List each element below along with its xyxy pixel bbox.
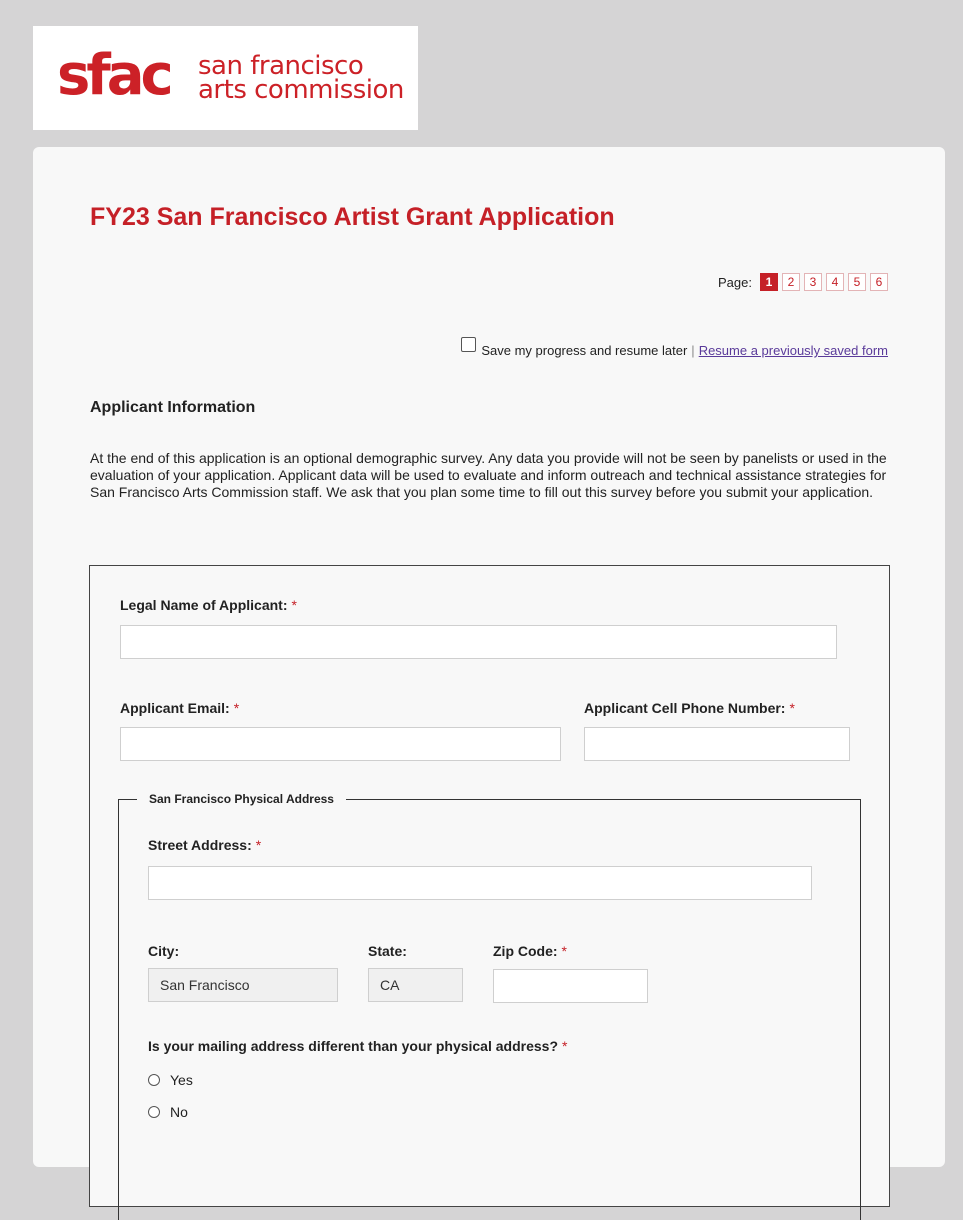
- save-progress-row: Save my progress and resume later | Resu…: [461, 337, 888, 358]
- required-marker: *: [561, 943, 567, 959]
- section-intro: At the end of this application is an opt…: [90, 450, 887, 500]
- phone-input[interactable]: [584, 727, 850, 761]
- sfac-logo: sfac san francisco arts commission: [33, 26, 418, 130]
- radio-no-label: No: [170, 1104, 188, 1120]
- pager-label: Page:: [718, 274, 752, 290]
- resume-saved-form-link[interactable]: Resume a previously saved form: [699, 343, 888, 358]
- page-3-button[interactable]: 3: [804, 273, 822, 291]
- separator: |: [691, 343, 695, 358]
- city-label: City:: [148, 943, 180, 959]
- form-title: FY23 San Francisco Artist Grant Applicat…: [90, 203, 615, 231]
- section-heading: Applicant Information: [90, 399, 256, 416]
- logo-mark: sfac: [57, 43, 174, 108]
- email-label: Applicant Email: *: [120, 700, 239, 716]
- legal-name-label: Legal Name of Applicant: *: [120, 597, 297, 613]
- applicant-fields-panel: Legal Name of Applicant: * Applicant Emai…: [89, 565, 890, 1220]
- save-progress-checkbox[interactable]: [461, 337, 477, 352]
- required-marker: *: [255, 837, 262, 853]
- form-card: FY23 San Francisco Artist Grant Applicat…: [33, 147, 945, 1220]
- radio-yes[interactable]: [148, 1074, 160, 1086]
- zip-label-text: Zip Code:: [493, 943, 558, 959]
- street-address-label: Street Address: *: [148, 837, 261, 853]
- phone-label: Applicant Cell Phone Number: *: [584, 700, 795, 716]
- zip-input[interactable]: [493, 969, 648, 1003]
- page-4-button[interactable]: 4: [826, 273, 844, 291]
- page-5-button[interactable]: 5: [848, 273, 866, 291]
- city-input[interactable]: San Francisco: [148, 968, 338, 1002]
- radio-no[interactable]: [148, 1106, 160, 1118]
- legal-name-input[interactable]: [120, 625, 837, 659]
- phone-label-text: Applicant Cell Phone Number:: [584, 700, 786, 716]
- state-label: State:: [368, 943, 407, 959]
- physical-address-legend: San Francisco Physical Address: [137, 792, 346, 806]
- street-label-text: Street Address:: [148, 837, 252, 853]
- required-marker: *: [789, 700, 795, 716]
- page-2-button[interactable]: 2: [782, 273, 800, 291]
- pagination: Page: 1 2 3 4 5 6: [718, 273, 888, 291]
- logo-line-2: arts commission: [198, 75, 404, 105]
- state-input[interactable]: CA: [368, 968, 463, 1002]
- save-progress-label: Save my progress and resume later: [481, 343, 688, 358]
- page-1-button[interactable]: 1: [760, 273, 778, 291]
- page-6-button[interactable]: 6: [870, 273, 888, 291]
- legal-name-label-text: Legal Name of Applicant:: [120, 597, 288, 613]
- email-label-text: Applicant Email:: [120, 700, 230, 716]
- mailing-different-question: Is your mailing address different than y…: [148, 1038, 567, 1054]
- email-input[interactable]: [120, 727, 561, 761]
- required-marker: *: [291, 597, 297, 613]
- radio-yes-label: Yes: [170, 1072, 193, 1088]
- zip-label: Zip Code: *: [493, 943, 567, 959]
- mailing-no-option[interactable]: No: [148, 1104, 188, 1120]
- mailing-question-text: Is your mailing address different than y…: [148, 1038, 558, 1054]
- logo-wordmark: san francisco arts commission: [198, 53, 404, 105]
- physical-address-fieldset: San Francisco Physical Address Street Ad…: [118, 792, 861, 1220]
- required-marker: *: [562, 1038, 568, 1054]
- required-marker: *: [233, 700, 240, 716]
- street-address-input[interactable]: [148, 866, 812, 900]
- mailing-yes-option[interactable]: Yes: [148, 1072, 193, 1088]
